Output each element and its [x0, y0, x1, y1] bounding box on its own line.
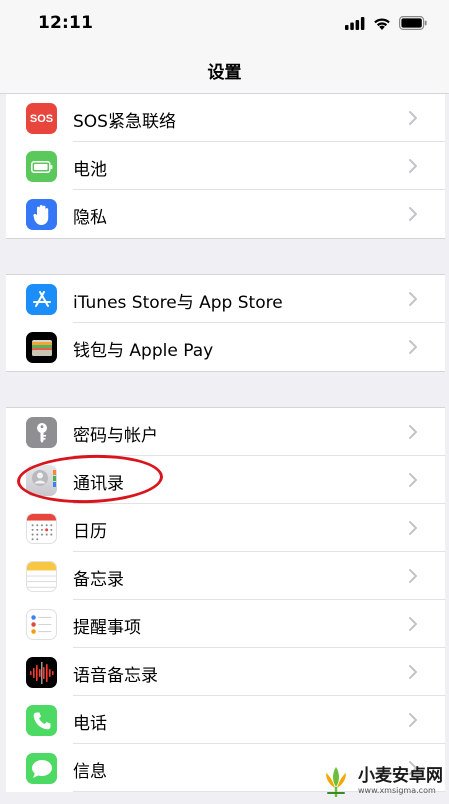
row-voice-memos[interactable]: 语音备忘录	[6, 648, 445, 696]
status-time: 12:11	[38, 13, 94, 33]
chevron-right-icon	[409, 159, 417, 173]
watermark-url: www.xmsigma.com	[358, 786, 436, 795]
row-battery[interactable]: 电池	[6, 142, 445, 190]
row-label: 信息	[73, 762, 107, 782]
wallet-icon	[26, 332, 57, 363]
watermark: 小麦安卓网 www.xmsigma.com	[318, 762, 443, 800]
notes-icon	[26, 561, 57, 592]
row-label: 电池	[73, 160, 107, 180]
messages-icon	[26, 753, 57, 784]
chevron-right-icon	[409, 569, 417, 583]
row-calendar[interactable]: 日历	[6, 504, 445, 552]
row-sos[interactable]: SOS SOS紧急联络	[6, 94, 445, 142]
row-label: iTunes Store与 App Store	[73, 293, 283, 313]
chevron-right-icon	[409, 713, 417, 727]
row-label: 提醒事项	[73, 618, 141, 638]
battery-icon	[399, 16, 427, 30]
row-label: 隐私	[73, 208, 107, 228]
page-title: 设置	[207, 63, 242, 83]
watermark-logo-icon	[326, 767, 346, 797]
status-bar: 12:11	[0, 0, 449, 48]
row-label: 密码与帐户	[73, 426, 158, 446]
row-label: 日历	[73, 522, 107, 542]
phone-icon	[26, 705, 57, 736]
sos-icon: SOS	[26, 103, 57, 134]
sos-icon-text: SOS	[29, 112, 54, 125]
row-reminders[interactable]: 提醒事项	[6, 600, 445, 648]
watermark-text: 小麦安卓网 www.xmsigma.com	[358, 766, 443, 796]
nav-bar: 设置	[0, 48, 449, 94]
chevron-right-icon	[409, 292, 417, 306]
app-store-icon	[26, 284, 57, 315]
battery-setting-icon	[26, 151, 57, 182]
settings-group-1: SOS SOS紧急联络 电池 隐私	[6, 93, 445, 239]
calendar-icon	[26, 513, 57, 544]
row-passwords[interactable]: 密码与帐户	[6, 408, 445, 456]
row-notes[interactable]: 备忘录	[6, 552, 445, 600]
status-icons	[345, 14, 427, 32]
chevron-right-icon	[409, 665, 417, 679]
row-wallet[interactable]: 钱包与 Apple Pay	[6, 323, 445, 371]
row-privacy[interactable]: 隐私	[6, 190, 445, 238]
watermark-title: 小麦安卓网	[358, 766, 443, 786]
chevron-right-icon	[409, 425, 417, 439]
row-app-store[interactable]: iTunes Store与 App Store	[6, 275, 445, 323]
chevron-right-icon	[409, 207, 417, 221]
chevron-right-icon	[409, 521, 417, 535]
row-label: 语音备忘录	[73, 666, 158, 686]
cellular-signal-icon	[345, 16, 365, 30]
settings-group-2: iTunes Store与 App Store 钱包与 Apple Pay	[6, 274, 445, 372]
row-label: 电话	[73, 714, 107, 734]
chevron-right-icon	[409, 111, 417, 125]
reminders-icon	[26, 609, 57, 640]
key-icon	[26, 417, 57, 448]
row-label: SOS紧急联络	[73, 112, 176, 132]
chevron-right-icon	[409, 473, 417, 487]
chevron-right-icon	[409, 617, 417, 631]
row-phone[interactable]: 电话	[6, 696, 445, 744]
voice-memos-icon	[26, 657, 57, 688]
wifi-icon	[374, 17, 390, 30]
row-label: 钱包与 Apple Pay	[73, 341, 214, 361]
row-label: 备忘录	[73, 570, 124, 590]
hand-icon	[26, 199, 57, 230]
chevron-right-icon	[409, 340, 417, 354]
